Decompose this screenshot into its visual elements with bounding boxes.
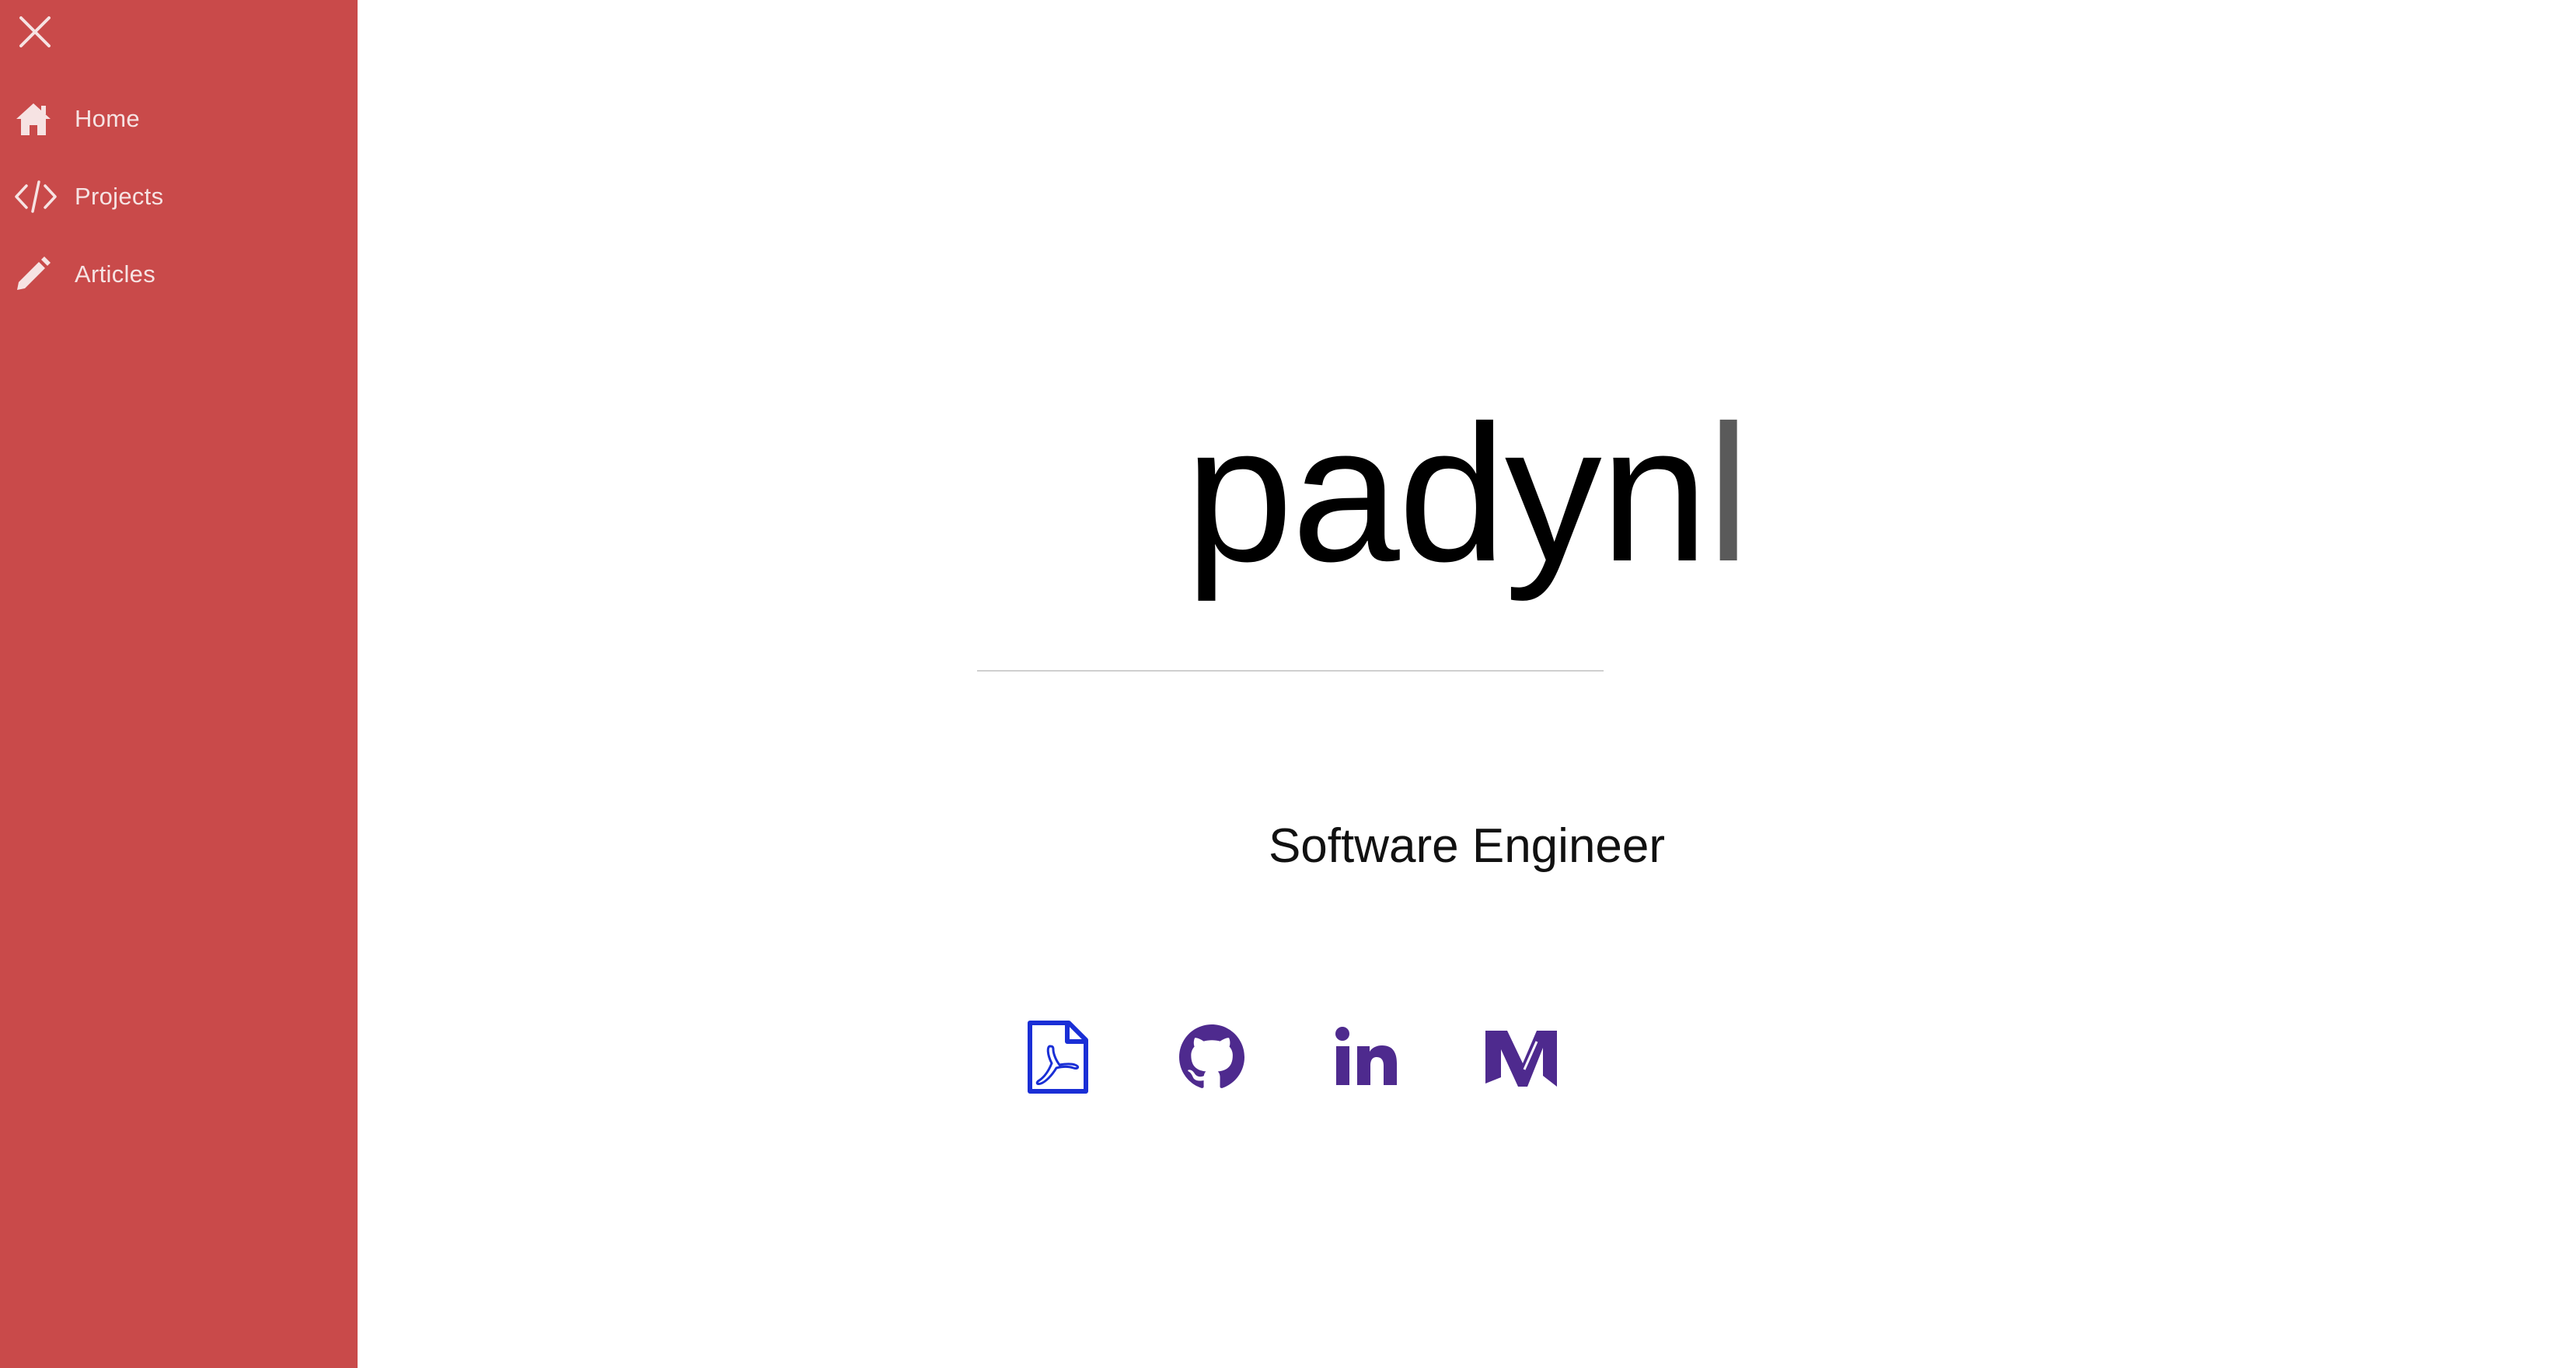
typing-cursor: l xyxy=(1706,385,1750,602)
pdf-resume-icon xyxy=(1028,1021,1088,1094)
github-link[interactable] xyxy=(1173,1018,1251,1096)
linkedin-link[interactable] xyxy=(1328,1018,1405,1096)
close-sidebar-button[interactable] xyxy=(16,12,54,51)
sidebar-item-label: Projects xyxy=(75,183,164,210)
sidebar: Home Projects Articles xyxy=(0,0,358,1368)
site-logo: padynl xyxy=(358,396,2576,591)
sidebar-item-label: Articles xyxy=(75,260,156,288)
github-icon xyxy=(1179,1024,1244,1088)
sidebar-item-home[interactable]: Home xyxy=(14,92,340,146)
resume-pdf-link[interactable] xyxy=(1019,1018,1097,1096)
sidebar-item-articles[interactable]: Articles xyxy=(14,247,340,302)
close-icon xyxy=(19,16,51,47)
home-icon xyxy=(14,96,59,141)
divider xyxy=(977,670,1604,672)
pencil-icon xyxy=(14,252,59,297)
medium-link[interactable] xyxy=(1482,1018,1560,1096)
sidebar-item-label: Home xyxy=(75,105,140,132)
medium-icon xyxy=(1485,1031,1557,1087)
logo-text: padyn xyxy=(1185,385,1709,602)
sidebar-item-projects[interactable]: Projects xyxy=(14,169,340,224)
tagline: Software Engineer xyxy=(1268,819,1666,873)
code-icon xyxy=(14,174,59,219)
linkedin-icon xyxy=(1335,1027,1397,1085)
main-content: padynl Software Engineer xyxy=(358,0,2576,1368)
